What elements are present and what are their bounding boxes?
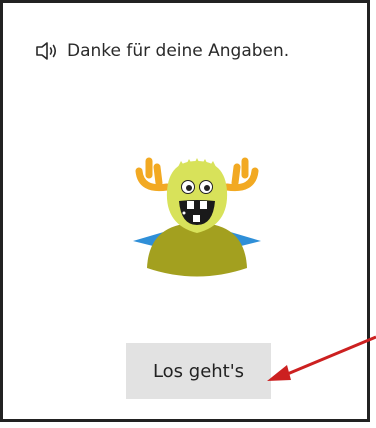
dialog-panel: Danke für deine Angaben. Los geht's xyxy=(0,0,376,422)
monster-horn-right xyxy=(223,157,259,192)
dialog-header: Danke für deine Angaben. xyxy=(35,37,289,65)
speaker-icon[interactable] xyxy=(35,41,61,61)
dialog-message: Danke für deine Angaben. xyxy=(67,41,290,61)
monster-horn-left xyxy=(135,157,171,192)
monster-mascot xyxy=(133,157,261,277)
start-button[interactable]: Los geht's xyxy=(126,343,271,399)
pointer-arrow-annotation xyxy=(267,335,376,381)
